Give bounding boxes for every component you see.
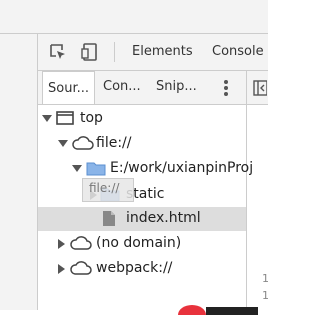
tree-node-label: file:// <box>96 135 132 151</box>
cloud-icon <box>70 235 92 255</box>
tree-node-top[interactable]: top <box>38 107 246 131</box>
expand-arrow-icon[interactable] <box>58 140 68 147</box>
tab-elements[interactable]: Elements <box>132 44 193 59</box>
cloud-icon <box>70 260 92 280</box>
file-tree: top file:// E:/work/uxianpinProj static … <box>38 105 253 310</box>
expand-arrow-icon[interactable] <box>42 115 52 122</box>
tree-node-label: (no domain) <box>96 235 182 251</box>
frame-icon <box>56 110 74 130</box>
logo-badge <box>178 300 258 319</box>
tab-console[interactable]: Console <box>212 44 264 59</box>
tab-sources[interactable]: Sour... <box>42 71 95 104</box>
device-toolbar-icon[interactable] <box>80 42 100 62</box>
drag-ghost: file:// <box>82 178 134 202</box>
toolbar-separator <box>114 42 115 62</box>
tree-node-index-html[interactable]: index.html <box>38 207 246 231</box>
tree-node-file-origin[interactable]: file:// <box>38 132 246 156</box>
line-number: 1 <box>262 272 269 285</box>
tree-node-no-domain[interactable]: (no domain) <box>38 232 246 256</box>
tree-node-label: top <box>80 110 103 126</box>
devtools-toolbar: Elements Console <box>38 34 268 71</box>
expand-arrow-icon[interactable] <box>72 165 82 172</box>
tab-snippets[interactable]: Snip... <box>156 79 197 94</box>
cloud-icon <box>72 135 94 155</box>
editor-toolbar <box>247 71 268 105</box>
more-options-icon[interactable] <box>224 80 228 96</box>
tree-node-label: E:/work/uxianpinProj <box>110 160 254 176</box>
tree-node-webpack[interactable]: webpack:// <box>38 257 246 281</box>
toggle-navigator-icon[interactable] <box>253 80 268 100</box>
window-top-bar <box>0 0 268 34</box>
sources-navigator-tabs: Sour... Con... Snip... <box>38 71 246 105</box>
collapse-arrow-icon[interactable] <box>58 264 65 274</box>
inspect-element-icon[interactable] <box>48 42 68 62</box>
tree-node-project-folder[interactable]: E:/work/uxianpinProj <box>38 157 253 181</box>
folder-icon <box>86 160 106 180</box>
tree-node-static-folder[interactable]: static <box>38 183 246 207</box>
drag-ghost-label: file:// <box>89 181 120 195</box>
collapse-arrow-icon[interactable] <box>58 239 65 249</box>
line-number: 1 <box>262 289 269 302</box>
tree-node-label: webpack:// <box>96 260 173 276</box>
left-gutter <box>0 34 38 310</box>
tab-content-scripts[interactable]: Con... <box>103 79 141 94</box>
file-icon <box>102 210 116 231</box>
tree-node-label: index.html <box>126 210 201 226</box>
